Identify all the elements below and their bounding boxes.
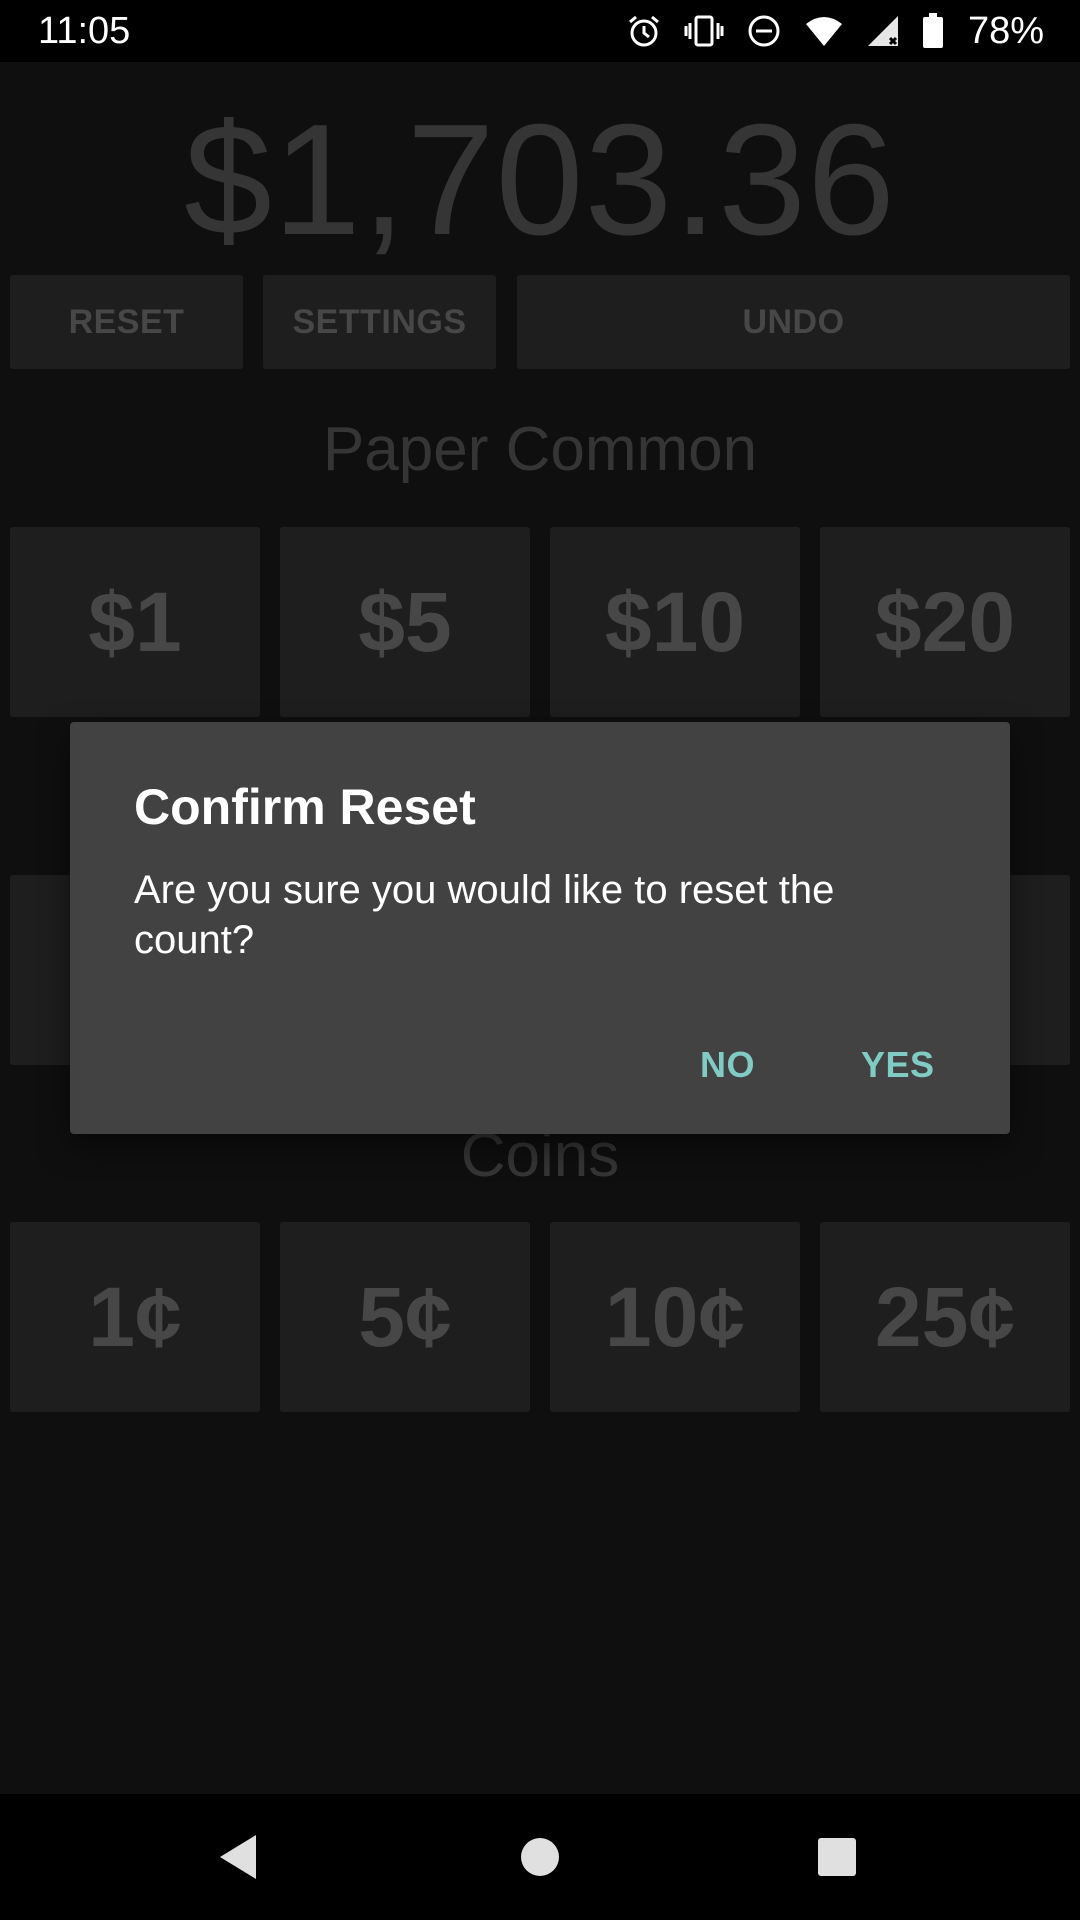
no-button[interactable]: NO (686, 1036, 769, 1094)
recents-icon[interactable] (777, 1794, 897, 1920)
vibrate-icon (684, 13, 724, 49)
do-not-disturb-icon (746, 13, 782, 49)
yes-button[interactable]: YES (847, 1036, 949, 1094)
wifi-icon (804, 14, 844, 48)
back-icon[interactable] (178, 1794, 298, 1920)
alarm-icon (626, 13, 662, 49)
status-bar: 11:05 78% (0, 0, 1080, 62)
dialog-title: Confirm Reset (134, 779, 476, 835)
navigation-bar (0, 1794, 1080, 1920)
status-time: 11:05 (38, 9, 131, 52)
home-icon[interactable] (480, 1794, 600, 1920)
battery-percent: 78% (967, 9, 1044, 52)
confirm-reset-dialog: Confirm Reset Are you sure you would lik… (70, 722, 1010, 1134)
cell-signal-icon (866, 14, 900, 48)
dialog-message: Are you sure you would like to reset the… (134, 868, 835, 962)
status-icons: 78% (626, 10, 1044, 53)
battery-icon (922, 13, 944, 49)
